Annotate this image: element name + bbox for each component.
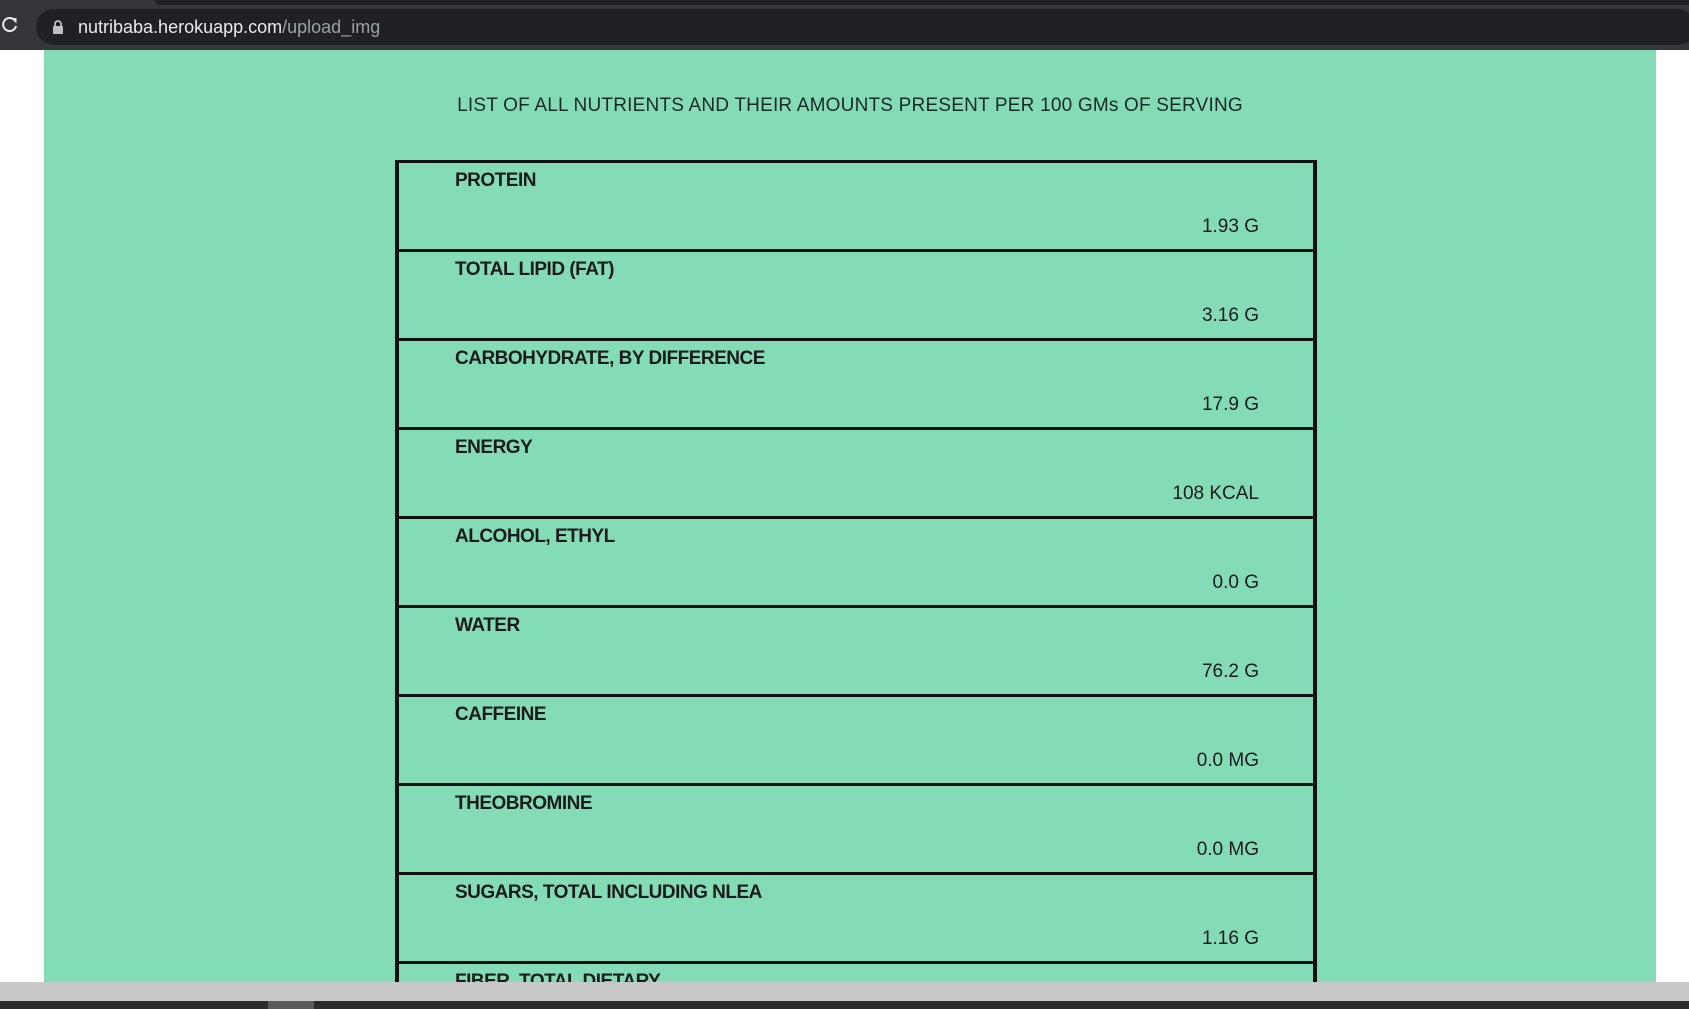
url-text[interactable]: nutribaba.herokuapp.com/upload_img: [78, 17, 380, 37]
nutrient-name: CARBOHYDRATE, BY DIFFERENCE: [455, 348, 765, 369]
nutrient-name: CAFFEINE: [455, 704, 547, 725]
nutrient-value: 76.2 G: [1201, 661, 1259, 682]
nutrient-value: 0.0 MG: [1196, 839, 1259, 860]
nutrient-name: ALCOHOL, ETHYL: [455, 526, 615, 547]
scrollbar-track[interactable]: [0, 1001, 1689, 1009]
nutrient-row: WATER 76.2 G: [399, 608, 1313, 697]
nutrient-value: 0.0 G: [1212, 572, 1259, 593]
nutrient-row: THEOBROMINE 0.0 MG: [399, 786, 1313, 875]
nutrient-value: 1.93 G: [1201, 216, 1259, 237]
nutrient-row: SUGARS, TOTAL INCLUDING NLEA 1.16 G: [399, 875, 1313, 964]
lock-icon: [53, 20, 63, 34]
nutrient-value: 17.9 G: [1201, 394, 1259, 415]
nutrient-row: ENERGY 108 KCAL: [399, 430, 1313, 519]
url-domain: nutribaba.herokuapp.com: [78, 17, 283, 37]
reload-icon[interactable]: [0, 15, 20, 35]
nutrient-name: PROTEIN: [455, 170, 536, 191]
nutrient-row: ALCOHOL, ETHYL 0.0 G: [399, 519, 1313, 608]
nutrient-row: CAFFEINE 0.0 MG: [399, 697, 1313, 786]
url-path: /upload_img: [282, 17, 381, 37]
scrollbar-thumb[interactable]: [268, 1001, 314, 1009]
nutrient-name: THEOBROMINE: [455, 793, 593, 814]
page-heading: LIST OF ALL NUTRIENTS AND THEIR AMOUNTS …: [457, 95, 1243, 116]
nutrient-name: WATER: [455, 615, 520, 636]
nutrient-name: FIBER, TOTAL DIETARY: [455, 971, 661, 982]
nutrient-value: 108 KCAL: [1172, 483, 1259, 504]
nutrient-row: CARBOHYDRATE, BY DIFFERENCE 17.9 G: [399, 341, 1313, 430]
nutrient-row: PROTEIN 1.93 G: [399, 163, 1313, 252]
nutrient-table: PROTEIN 1.93 G TOTAL LIPID (FAT) 3.16 G …: [395, 160, 1317, 982]
nutrient-row: TOTAL LIPID (FAT) 3.16 G: [399, 252, 1313, 341]
nutrient-row: FIBER, TOTAL DIETARY: [399, 964, 1313, 982]
nutrient-name: SUGARS, TOTAL INCLUDING NLEA: [455, 882, 762, 903]
page-content: LIST OF ALL NUTRIENTS AND THEIR AMOUNTS …: [44, 50, 1656, 982]
tab-strip: [155, 0, 1689, 5]
nutrient-value: 0.0 MG: [1196, 750, 1259, 771]
nutrient-name: TOTAL LIPID (FAT): [455, 259, 614, 280]
address-bar[interactable]: nutribaba.herokuapp.com/upload_img: [36, 9, 1689, 45]
nutrient-value: 1.16 G: [1201, 928, 1259, 949]
nutrient-value: 3.16 G: [1201, 305, 1259, 326]
browser-toolbar: nutribaba.herokuapp.com/upload_img: [0, 0, 1689, 50]
nutrient-name: ENERGY: [455, 437, 533, 458]
horizontal-scrollbar[interactable]: [0, 982, 1689, 1009]
